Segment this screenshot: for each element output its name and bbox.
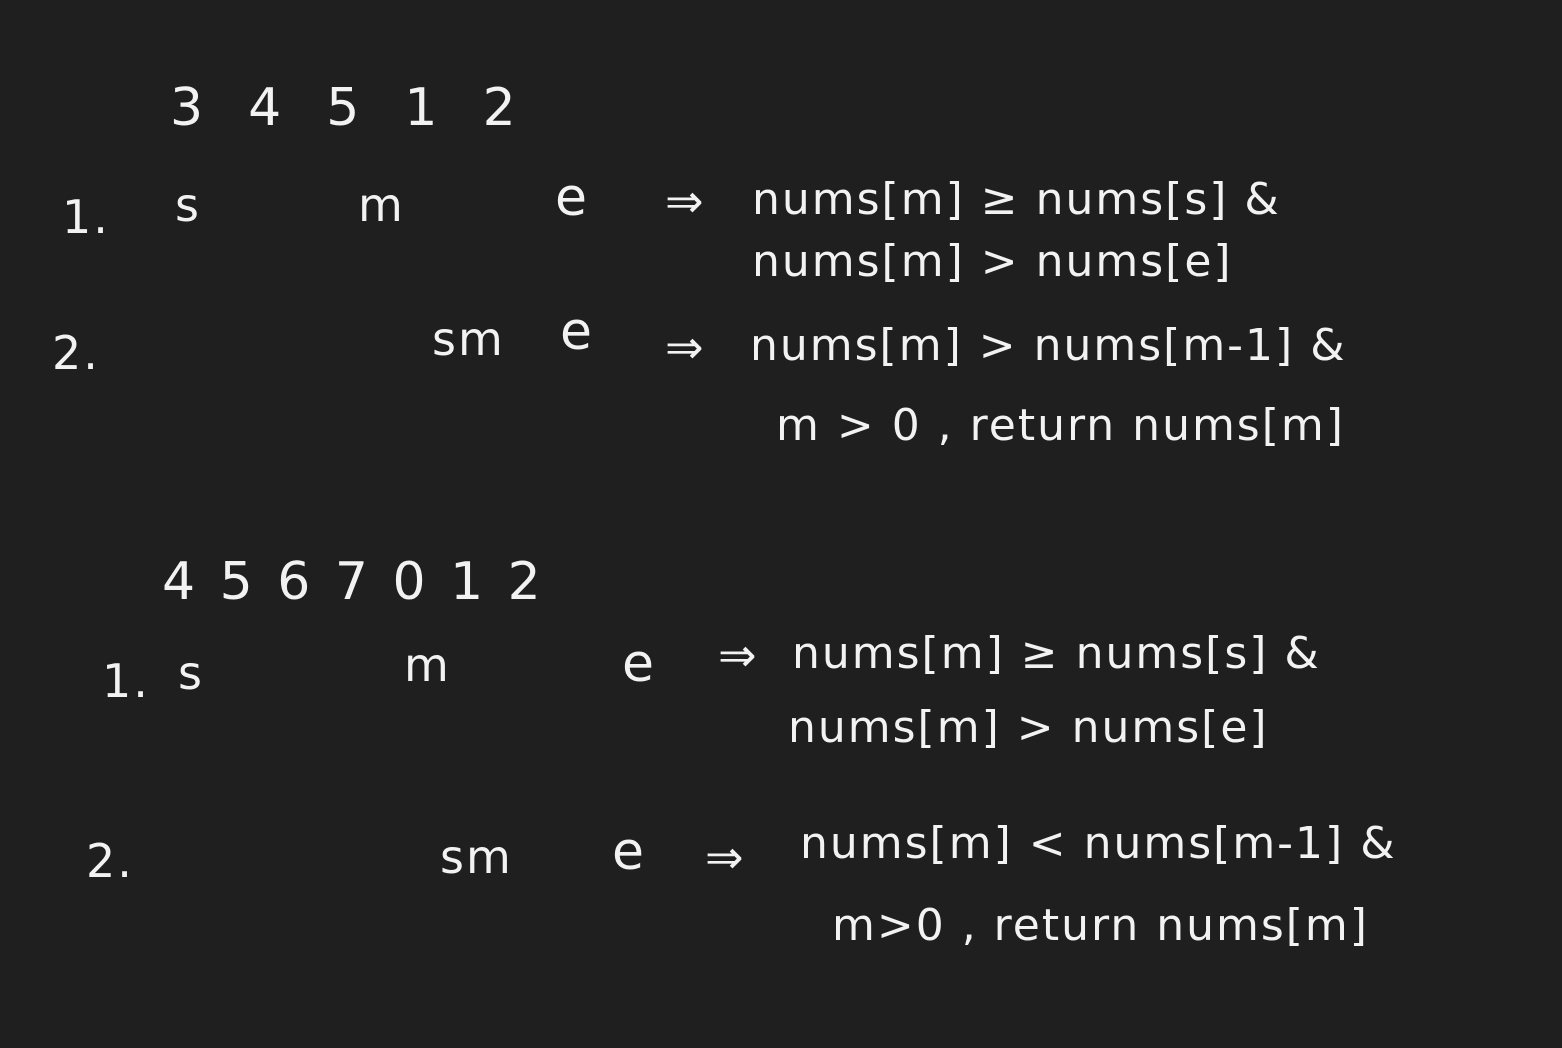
section2-step2-label: 2. [86,834,134,888]
section2-step2-condition-line2: m>0 , return nums[m] [832,900,1369,951]
section2-step2-pointer-e: e [612,822,648,882]
section1-array: 3 4 5 1 2 [170,78,520,138]
section1-step1-condition-line2: nums[m] > nums[e] [752,236,1233,287]
handwritten-notes-canvas: 3 4 5 1 2 1. s m e ⇒ nums[m] ≥ nums[s] &… [0,0,1562,1048]
section1-step2-condition-line2: m > 0 , return nums[m] [776,400,1345,451]
section1-step2-pointer-e: e [560,302,596,362]
section2-step2-condition-line1: nums[m] < nums[m-1] & [800,818,1397,869]
section1-step2-pointer-sm: sm [432,312,505,366]
section2-step2-arrow: ⇒ [705,830,746,884]
section1-step1-arrow: ⇒ [665,174,706,228]
section1-step2-label: 2. [52,326,100,380]
section1-step1-pointer-e: e [555,168,591,228]
section1-step1-label: 1. [62,190,110,244]
section2-step1-arrow: ⇒ [718,628,759,682]
section2-step1-pointer-s: s [178,646,204,700]
section1-step1-condition-line1: nums[m] ≥ nums[s] & [752,174,1281,225]
section2-step1-condition-line1: nums[m] ≥ nums[s] & [792,628,1321,679]
section2-step1-label: 1. [102,654,150,708]
section1-step1-pointer-s: s [175,178,201,232]
section2-step1-pointer-e: e [622,634,658,694]
section1-step2-arrow: ⇒ [665,320,706,374]
section2-array: 4 5 6 7 0 1 2 [162,552,545,612]
section2-step1-condition-line2: nums[m] > nums[e] [788,702,1269,753]
section1-step2-condition-line1: nums[m] > nums[m-1] & [750,320,1347,371]
section2-step2-pointer-sm: sm [440,830,513,884]
section1-step1-pointer-m: m [358,178,405,232]
section2-step1-pointer-m: m [404,638,451,692]
